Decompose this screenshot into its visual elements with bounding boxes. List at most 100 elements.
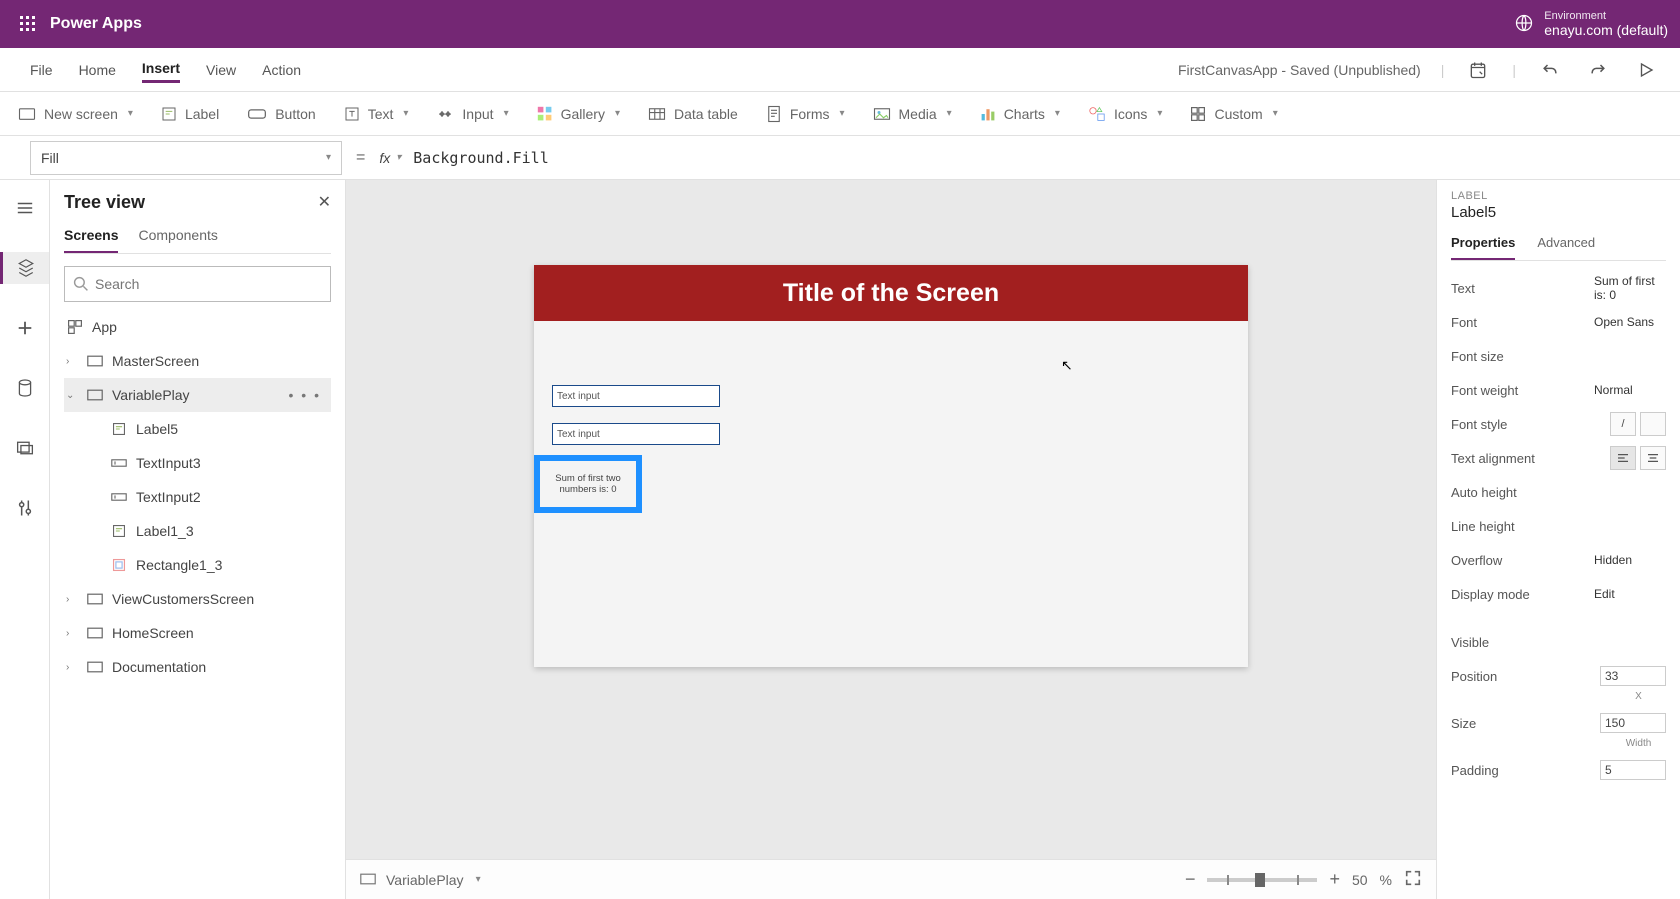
tab-screens[interactable]: Screens [64, 223, 118, 253]
menu-home[interactable]: Home [79, 58, 116, 82]
prop-position-x-value[interactable]: 33 [1600, 666, 1666, 686]
prop-font-value[interactable]: Open Sans [1594, 315, 1666, 329]
align-left-button[interactable] [1610, 446, 1636, 470]
close-icon[interactable]: ✕ [318, 192, 331, 212]
tab-components[interactable]: Components [138, 223, 217, 253]
chevron-right-icon[interactable]: › [66, 594, 78, 605]
undo-icon[interactable] [1536, 56, 1564, 84]
fontstyle-italic[interactable]: / [1610, 412, 1636, 436]
tree-node-homescreen[interactable]: › HomeScreen [64, 616, 331, 650]
tree-node-masterscreen[interactable]: › MasterScreen [64, 344, 331, 378]
environment-text: Environment enayu.com (default) [1544, 10, 1668, 38]
waffle-icon[interactable] [12, 8, 44, 40]
tree-label: Rectangle1_3 [136, 557, 222, 573]
chevron-down-icon[interactable]: ⌄ [66, 390, 78, 401]
ribbon-custom[interactable]: Custom▾ [1190, 106, 1277, 122]
ribbon-media[interactable]: Media▾ [873, 106, 952, 122]
zoom-thumb[interactable] [1255, 873, 1265, 887]
zoom-slider[interactable] [1207, 878, 1317, 882]
hamburger-icon[interactable] [9, 192, 41, 224]
canvas-selected-label[interactable]: Sum of first two numbers is: 0 [534, 455, 642, 513]
prop-text: Text Sum of first is: 0 [1451, 271, 1666, 305]
ribbon-gallery[interactable]: Gallery▾ [537, 106, 620, 122]
tree-node-textinput2[interactable]: TextInput2 [64, 480, 331, 514]
tab-advanced[interactable]: Advanced [1537, 231, 1595, 260]
tree-node-app[interactable]: App [64, 310, 331, 344]
app-title: Power Apps [50, 15, 142, 33]
tree-node-documentation[interactable]: › Documentation [64, 650, 331, 684]
ribbon-button[interactable]: Button [247, 106, 315, 122]
add-icon[interactable] [9, 312, 41, 344]
tree-node-textinput3[interactable]: TextInput3 [64, 446, 331, 480]
more-icon[interactable]: • • • [289, 387, 321, 403]
props-tabs: Properties Advanced [1451, 231, 1666, 261]
ribbon-new-screen[interactable]: New screen▾ [18, 106, 133, 122]
ribbon-charts[interactable]: Charts▾ [980, 106, 1060, 122]
screen-icon [86, 624, 104, 642]
property-name: Fill [41, 150, 59, 166]
tree-view-panel: Tree view ✕ Screens Components App › Mas… [50, 180, 346, 899]
media-rail-icon[interactable] [9, 432, 41, 464]
canvas-textinput-2[interactable]: Text input [552, 423, 720, 445]
environment-block[interactable]: Environment enayu.com (default) [1514, 10, 1668, 38]
tree-node-viewcustomers[interactable]: › ViewCustomersScreen [64, 582, 331, 616]
fullscreen-icon[interactable] [1404, 869, 1422, 890]
menu-file[interactable]: File [30, 58, 53, 82]
prop-size-width-value[interactable]: 150 [1600, 713, 1666, 733]
redo-icon[interactable] [1584, 56, 1612, 84]
tree-node-label5[interactable]: Label5 [64, 412, 331, 446]
chevron-right-icon[interactable]: › [66, 356, 78, 367]
ribbon-text[interactable]: Text▾ [344, 106, 409, 122]
tree-node-label1-3[interactable]: Label1_3 [64, 514, 331, 548]
canvas[interactable]: Title of the Screen Text input Text inpu… [534, 265, 1248, 667]
tree-view-icon[interactable] [0, 252, 49, 284]
title-bar: Power Apps Environment enayu.com (defaul… [0, 0, 1680, 48]
play-icon[interactable] [1632, 56, 1660, 84]
prop-displaymode-value[interactable]: Edit [1594, 587, 1666, 601]
prop-font-weight: Font weight Normal [1451, 373, 1666, 407]
menu-action[interactable]: Action [262, 58, 301, 82]
ribbon-datatable[interactable]: Data table [648, 106, 738, 122]
tab-properties[interactable]: Properties [1451, 231, 1515, 260]
prop-padding-value[interactable]: 5 [1600, 760, 1666, 780]
menu-view[interactable]: View [206, 58, 236, 82]
chevron-down-icon: ▾ [403, 108, 408, 119]
chevron-down-icon: ▾ [326, 152, 331, 163]
tree-search[interactable] [64, 266, 331, 302]
tree-node-rectangle1-3[interactable]: Rectangle1_3 [64, 548, 331, 582]
property-selector[interactable]: Fill ▾ [30, 141, 342, 175]
ribbon-icons[interactable]: Icons▾ [1088, 106, 1163, 122]
fontstyle-more[interactable] [1640, 412, 1666, 436]
zoom-out-button[interactable]: − [1185, 869, 1196, 890]
align-center-button[interactable] [1640, 446, 1666, 470]
formula-input[interactable]: Background.Fill [407, 149, 1680, 167]
environment-value: enayu.com (default) [1544, 22, 1668, 38]
chevron-down-icon[interactable]: ▾ [476, 874, 481, 885]
prop-fontweight-value[interactable]: Normal [1594, 383, 1666, 397]
search-input[interactable] [95, 276, 322, 292]
align-buttons [1610, 446, 1666, 470]
prop-text-value[interactable]: Sum of first is: 0 [1594, 274, 1666, 303]
settings-rail-icon[interactable] [9, 492, 41, 524]
canvas-scroll[interactable]: Title of the Screen Text input Text inpu… [346, 180, 1436, 859]
ribbon-forms[interactable]: Forms▾ [766, 105, 845, 123]
app-icon [66, 318, 84, 336]
menu-insert[interactable]: Insert [142, 56, 180, 83]
fx-icon[interactable]: fx ▾ [379, 150, 401, 166]
tree-label: VariablePlay [112, 387, 190, 403]
fontstyle-buttons: / [1610, 412, 1666, 436]
chevron-right-icon[interactable]: › [66, 628, 78, 639]
prop-overflow-value[interactable]: Hidden [1594, 553, 1666, 567]
ribbon-label[interactable]: Label [161, 106, 219, 122]
canvas-banner[interactable]: Title of the Screen [534, 265, 1248, 321]
zoom-in-button[interactable]: + [1329, 869, 1340, 890]
chevron-right-icon[interactable]: › [66, 662, 78, 673]
ribbon-input[interactable]: Input▾ [436, 106, 508, 122]
tree-title: Tree view [64, 192, 331, 213]
canvas-textinput-1[interactable]: Text input [552, 385, 720, 407]
data-icon[interactable] [9, 372, 41, 404]
app-checker-icon[interactable] [1464, 56, 1492, 84]
status-screen-name[interactable]: VariablePlay [386, 872, 464, 888]
tree-node-variableplay[interactable]: ⌄ VariablePlay • • • [64, 378, 331, 412]
selection-name: Label5 [1451, 204, 1666, 221]
